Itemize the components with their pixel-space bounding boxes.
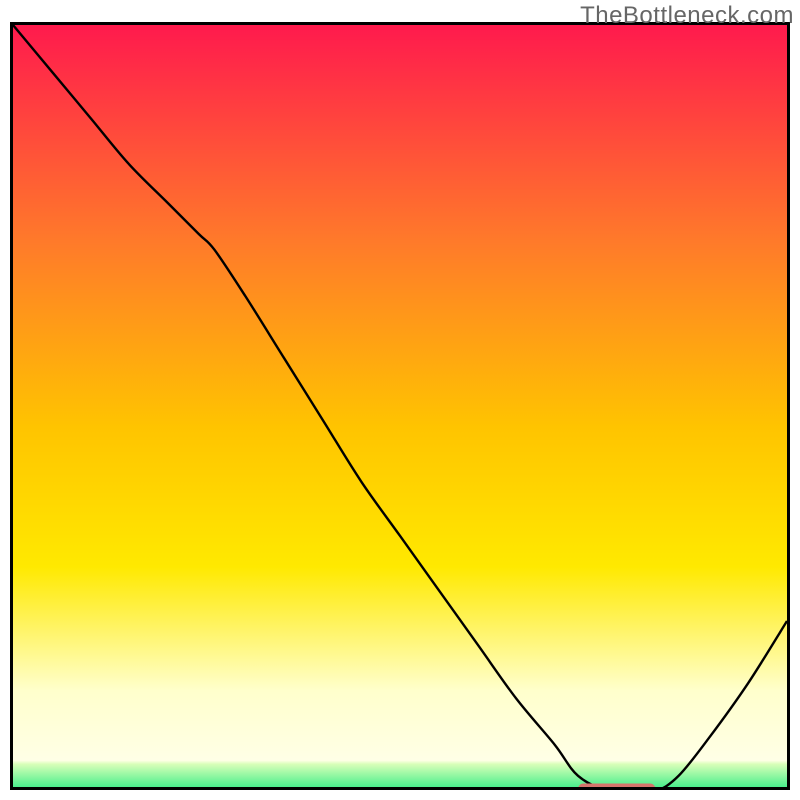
gradient-rect (13, 25, 787, 790)
background-gradient (13, 25, 787, 790)
watermark-text: TheBottleneck.com (580, 2, 794, 30)
plot-area (10, 22, 790, 790)
chart-frame: TheBottleneck.com (0, 0, 800, 800)
